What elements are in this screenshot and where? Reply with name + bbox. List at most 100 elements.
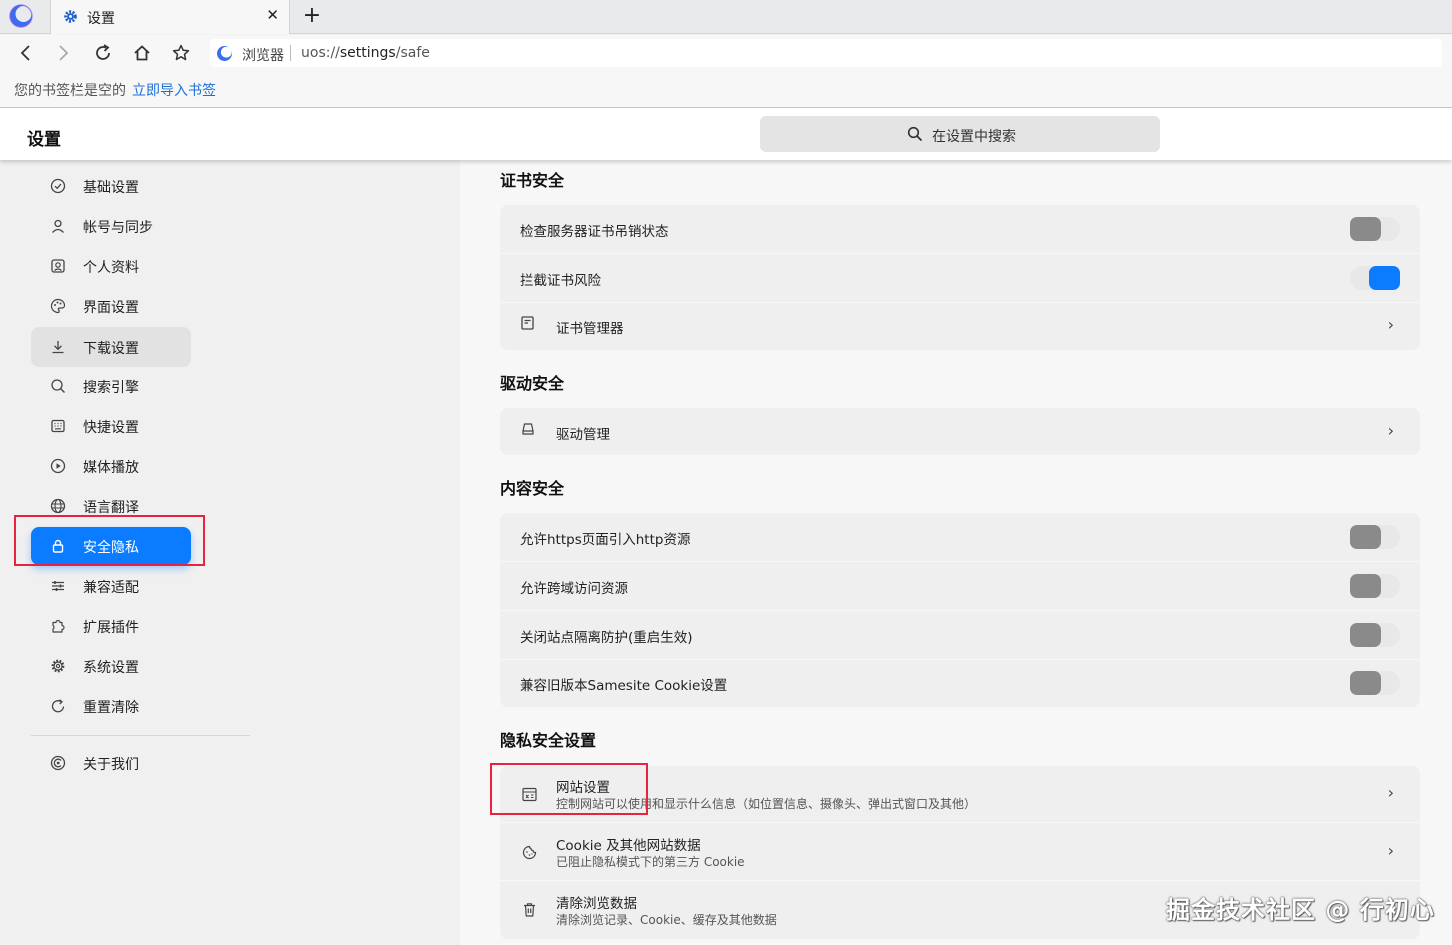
toggle-block-cert-risk[interactable] (1350, 266, 1400, 290)
sidebar-item-label: 界面设置 (83, 300, 139, 316)
search-icon (51, 379, 65, 393)
setting-row-block-cert-risk: 拦截证书风险 (500, 254, 1420, 303)
address-site-name: 浏览器 (242, 48, 284, 64)
url-scheme: uos:// (301, 45, 340, 61)
import-bookmarks-link[interactable]: 立即导入书签 (132, 80, 216, 100)
sidebar-item-search-engine[interactable]: 搜索引擎 (31, 367, 191, 405)
bookmarks-bar: 您的书签栏是空的 立即导入书签 (0, 71, 1452, 108)
check-circle-icon (50, 178, 66, 194)
sidebar-divider (31, 735, 250, 736)
url-host: settings (339, 45, 396, 61)
drive-icon (522, 423, 534, 435)
sidebar-item-label: 扩展插件 (83, 620, 139, 636)
sidebar-item-label: 帐号与同步 (83, 220, 153, 236)
toggle-allow-cross-domain[interactable] (1350, 574, 1400, 598)
settings-search-input[interactable]: 在设置中搜索 (760, 116, 1160, 152)
sidebar-item-media[interactable]: 媒体播放 (31, 447, 191, 485)
sidebar-item-shortcuts[interactable]: 快捷设置 (31, 407, 191, 445)
gear-icon (51, 659, 65, 673)
settings-content: 证书安全 检查服务器证书吊销状态 拦截证书风险 证书管理器 › 驱动安全 驱动管… (460, 160, 1452, 945)
certificate-icon (521, 316, 534, 330)
puzzle-icon (52, 619, 65, 633)
setting-row-cert-manager[interactable]: 证书管理器 › (500, 303, 1420, 350)
gear-icon (64, 10, 77, 23)
setting-row-allow-https-http: 允许https页面引入http资源 (500, 513, 1420, 562)
star-icon[interactable] (171, 43, 191, 63)
chevron-right-icon: › (1387, 783, 1394, 802)
setting-row-check-revocation: 检查服务器证书吊销状态 (500, 205, 1420, 254)
setting-label: 允许跨域访问资源 (520, 581, 628, 597)
page-title: 设置 (27, 130, 61, 150)
sidebar-item-label: 下载设置 (83, 341, 139, 357)
sidebar-item-account-sync[interactable]: 帐号与同步 (31, 207, 191, 245)
sidebar-item-extensions[interactable]: 扩展插件 (31, 607, 191, 645)
trash-icon (524, 903, 535, 917)
tab-settings[interactable]: 设置 ✕ (50, 0, 290, 34)
settings-sidebar: 基础设置 帐号与同步 个人资料 界面设置 下载设置 搜索引擎 快捷设置 媒体播放… (0, 160, 460, 945)
browser-logo-icon[interactable] (8, 3, 34, 29)
keyboard-icon (51, 419, 65, 433)
toggle-knob (1350, 574, 1381, 598)
section-title-driver: 驱动安全 (500, 374, 565, 393)
download-icon (52, 341, 64, 354)
sidebar-item-basic[interactable]: 基础设置 (31, 167, 191, 205)
setting-row-driver-manager[interactable]: 驱动管理 › (500, 408, 1420, 455)
forward-icon[interactable] (53, 43, 73, 63)
setting-label: Cookie 及其他网站数据 (556, 838, 701, 854)
setting-row-cookies[interactable]: Cookie 及其他网站数据 已阻止隐私模式下的第三方 Cookie › (500, 823, 1420, 881)
sidebar-item-profile[interactable]: 个人资料 (31, 247, 191, 285)
sidebar-item-label: 重置清除 (83, 700, 139, 716)
address-separator (290, 45, 291, 61)
setting-row-legacy-samesite: 兼容旧版本Samesite Cookie设置 (500, 660, 1420, 707)
watermark: 掘金技术社区 @ 行初心 (1166, 896, 1435, 924)
toggle-check-revocation[interactable] (1350, 217, 1400, 241)
sidebar-item-appearance[interactable]: 界面设置 (31, 287, 191, 325)
sidebar-item-label: 兼容适配 (83, 580, 139, 596)
setting-label: 驱动管理 (556, 427, 610, 443)
sidebar-item-label: 基础设置 (83, 180, 139, 196)
sidebar-item-label: 系统设置 (83, 660, 139, 676)
sidebar-item-label: 语言翻译 (83, 500, 139, 516)
highlight-box (14, 515, 205, 566)
toggle-allow-https-http[interactable] (1350, 525, 1400, 549)
setting-label: 拦截证书风险 (520, 273, 601, 289)
navigation-bar: 浏览器 uos://settings/safe (0, 35, 1452, 71)
section-title-content: 内容安全 (500, 479, 565, 498)
chevron-right-icon: › (1387, 421, 1394, 440)
setting-label: 关闭站点隔离防护(重启生效) (520, 630, 693, 646)
settings-header: 设置 在设置中搜索 (0, 108, 1452, 160)
cert-card: 检查服务器证书吊销状态 拦截证书风险 证书管理器 › (500, 205, 1420, 350)
toggle-knob (1350, 623, 1381, 647)
sidebar-item-about[interactable]: 关于我们 (31, 744, 191, 782)
user-icon (52, 219, 64, 233)
address-bar[interactable]: 浏览器 uos://settings/safe (210, 39, 1442, 67)
reload-icon[interactable] (93, 43, 113, 63)
setting-row-allow-cross-domain: 允许跨域访问资源 (500, 562, 1420, 611)
toggle-legacy-samesite[interactable] (1350, 671, 1400, 695)
driver-card: 驱动管理 › (500, 408, 1420, 455)
play-icon (50, 458, 66, 474)
close-tab-icon[interactable]: ✕ (266, 6, 279, 24)
url-path: /safe (395, 45, 430, 61)
back-icon[interactable] (16, 43, 36, 63)
tab-bar: 设置 ✕ + (0, 0, 1452, 34)
setting-label: 证书管理器 (556, 321, 624, 337)
setting-label: 清除浏览数据 (556, 896, 637, 912)
sidebar-item-label: 个人资料 (83, 260, 139, 276)
address-url[interactable]: uos://settings/safe (301, 45, 430, 61)
home-icon[interactable] (132, 43, 152, 63)
sidebar-item-system[interactable]: 系统设置 (31, 647, 191, 685)
sidebar-item-download[interactable]: 下载设置 (31, 327, 191, 367)
chevron-right-icon: › (1387, 315, 1394, 334)
setting-description: 已阻止隐私模式下的第三方 Cookie (556, 855, 745, 869)
sidebar-item-compatibility[interactable]: 兼容适配 (31, 567, 191, 605)
toggle-knob (1350, 671, 1381, 695)
globe-icon (50, 498, 66, 514)
setting-label: 检查服务器证书吊销状态 (520, 224, 669, 240)
toggle-knob (1369, 266, 1400, 290)
toggle-disable-site-isolation[interactable] (1350, 623, 1400, 647)
sidebar-item-reset[interactable]: 重置清除 (31, 687, 191, 725)
section-title-privacy: 隐私安全设置 (500, 731, 597, 750)
new-tab-button[interactable]: + (300, 3, 324, 29)
reset-icon (51, 699, 65, 713)
